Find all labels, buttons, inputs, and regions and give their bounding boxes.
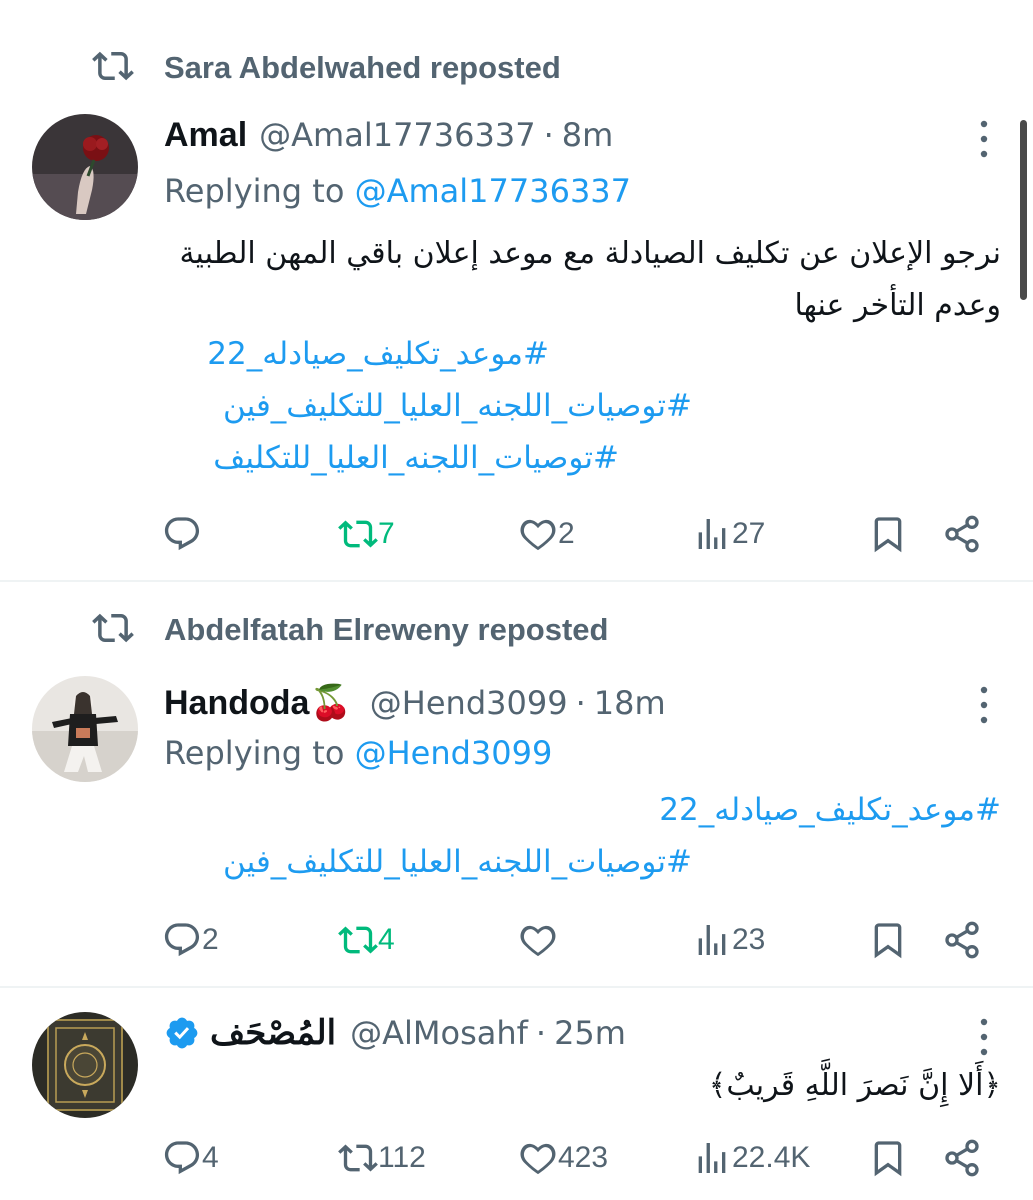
reply-count: 2 [202,923,219,956]
repost-button[interactable]: 112 [338,1136,426,1180]
like-icon [520,1143,556,1175]
hashtag[interactable]: #توصيات_اللجنه_العليا_للتكليف [213,440,619,476]
post-2[interactable]: Abdelfatah Elreweny reposted Handoda🍒 @H… [0,582,1033,986]
reply-button[interactable]: 4 [162,1136,219,1180]
like-button[interactable]: 423 [518,1136,608,1180]
repost-count: 4 [378,923,395,956]
avatar[interactable] [32,676,138,782]
hashtag[interactable]: #توصيات_اللجنه_العليا_للتكليف_فين [223,844,692,880]
replying-prefix: Replying to [164,734,355,772]
repost-button[interactable]: 4 [338,918,395,962]
share-button[interactable] [942,918,982,962]
timestamp[interactable]: 8m [562,116,614,154]
views-button[interactable]: 23 [692,918,765,962]
separator: · [535,1014,547,1052]
views-count: 23 [732,923,766,956]
more-icon[interactable] [977,116,991,162]
share-icon [945,1139,979,1177]
views-count: 27 [732,517,766,550]
repost-icon [92,607,134,653]
repost-icon [338,926,378,954]
avatar[interactable] [32,1012,138,1118]
separator: · [543,116,554,154]
bookmark-icon [874,923,902,959]
post-header: المُصْحَف @AlMosahf · 25m [164,1010,626,1056]
post-3[interactable]: المُصْحَف @AlMosahf · 25m ﴿أَلا إِنَّ نَ… [0,988,1033,1200]
views-button[interactable]: 27 [692,512,765,556]
avatar[interactable] [32,114,138,220]
post-header: Handoda🍒 @Hend3099 · 18m [164,680,666,726]
bookmark-button[interactable] [868,1136,908,1180]
username[interactable]: @Amal17736337 [259,116,535,154]
display-name[interactable]: Amal [164,116,247,155]
reply-icon [164,1141,200,1175]
repost-button[interactable]: 7 [338,512,395,556]
bookmark-icon [874,517,902,553]
action-bar: 7 2 27 [162,512,992,556]
repost-count: 7 [378,517,395,550]
share-icon [945,921,979,959]
repost-icon [338,1144,378,1172]
username[interactable]: @AlMosahf [350,1014,528,1052]
post-text: ﴿أَلا إِنَّ نَصرَ اللَّهِ قَريبٌ﴾ [708,1068,1001,1103]
views-icon [698,925,726,955]
post-header: Amal @Amal17736337 · 8m [164,112,613,158]
share-button[interactable] [942,512,982,556]
more-icon[interactable] [977,1014,991,1060]
bookmark-button[interactable] [868,918,908,962]
repost-icon [92,45,134,91]
repost-label[interactable]: Sara Abdelwahed reposted [164,50,561,86]
timestamp[interactable]: 25m [554,1014,626,1052]
repost-count: 112 [378,1141,426,1174]
more-icon[interactable] [977,682,991,728]
hashtag[interactable]: #موعد_تكليف_صيادله_22 [659,792,1001,828]
reply-button[interactable] [162,512,202,556]
action-bar: 2 4 23 [162,918,992,962]
username[interactable]: @Hend3099 [370,684,568,722]
share-icon [945,515,979,553]
views-button[interactable]: 22.4K [692,1136,810,1180]
like-button[interactable]: 2 [518,512,575,556]
like-icon [520,519,556,551]
replying-to: Replying to @Amal17736337 [164,172,631,210]
scrollbar[interactable] [1020,120,1027,300]
replying-handle[interactable]: @Amal17736337 [355,172,631,210]
like-count: 2 [558,517,575,550]
reply-icon [164,923,200,957]
bookmark-button[interactable] [868,512,908,556]
views-icon [698,519,726,549]
separator: · [575,684,586,722]
display-name[interactable]: Handoda🍒 [164,683,352,723]
display-name[interactable]: المُصْحَف [210,1013,336,1053]
like-button[interactable] [518,918,558,962]
views-icon [698,1143,726,1173]
reply-count: 4 [202,1141,219,1174]
reply-icon [164,517,200,551]
action-bar: 4 112 423 22.4K [162,1136,992,1180]
like-icon [520,925,556,957]
share-button[interactable] [942,1136,982,1180]
replying-handle[interactable]: @Hend3099 [355,734,553,772]
repost-context: Sara Abdelwahed reposted [92,48,561,88]
bookmark-icon [874,1141,902,1177]
replying-prefix: Replying to [164,172,355,210]
hashtag[interactable]: #موعد_تكليف_صيادله_22 [207,336,549,372]
reply-button[interactable]: 2 [162,918,219,962]
timestamp[interactable]: 18m [594,684,666,722]
repost-context: Abdelfatah Elreweny reposted [92,610,608,650]
verified-icon [166,1017,198,1049]
repost-icon [338,520,378,548]
like-count: 423 [558,1141,609,1174]
replying-to: Replying to @Hend3099 [164,734,552,772]
views-count: 22.4K [732,1141,811,1174]
post-text: نرجو الإعلان عن تكليف الصيادلة مع موعد إ… [179,236,1001,323]
post-1[interactable]: Sara Abdelwahed reposted Amal @Amal17736… [0,0,1033,580]
hashtag[interactable]: #توصيات_اللجنه_العليا_للتكليف_فين [223,388,692,424]
repost-label[interactable]: Abdelfatah Elreweny reposted [164,612,608,648]
